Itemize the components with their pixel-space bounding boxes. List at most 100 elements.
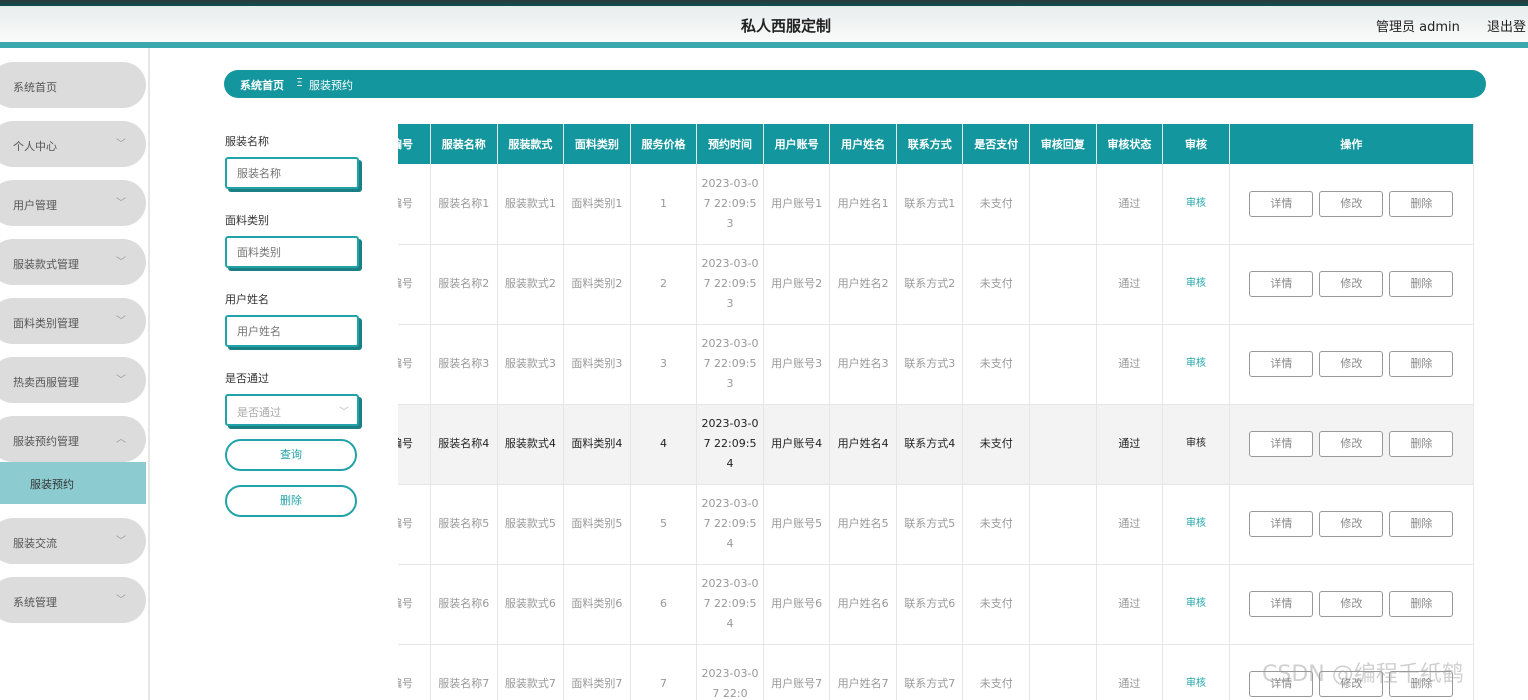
admin-label: 管理员 admin <box>1376 20 1460 35</box>
cell-account: 用户账号1 <box>763 164 831 245</box>
cell-user: 用户姓名2 <box>829 244 897 325</box>
cell-id: 编号 <box>398 484 431 565</box>
cell-audit[interactable]: 审核 <box>1162 324 1230 405</box>
cell-time: 2023-03-07 22:09:54 <box>696 484 764 565</box>
cell-audit[interactable]: 审核 <box>1162 404 1230 485</box>
cell-reply <box>1029 404 1097 485</box>
column-header: 用户账号 <box>763 124 831 164</box>
table-header-row: 编号服装名称服装款式面料类别服务价格预约时间用户账号用户姓名联系方式是否支付审核… <box>398 124 1474 164</box>
cell-status: 通过 <box>1096 164 1164 245</box>
cell-status: 通过 <box>1096 484 1164 565</box>
edit-button[interactable]: 修改 <box>1319 351 1384 377</box>
sidebar-sub-item-label: 服装预约 <box>30 478 74 491</box>
detail-button[interactable]: 详情 <box>1249 431 1314 457</box>
delete-button[interactable]: 删除 <box>1389 511 1454 537</box>
query-button[interactable]: 查询 <box>225 439 357 471</box>
fabric-filter-input[interactable] <box>225 236 359 268</box>
cell-user: 用户姓名5 <box>829 484 897 565</box>
cell-style: 服装款式3 <box>497 324 565 405</box>
cell-paid: 未支付 <box>962 164 1031 245</box>
cell-price: 1 <box>630 164 698 245</box>
detail-button[interactable]: 详情 <box>1249 271 1314 297</box>
user-filter-label: 用户姓名 <box>225 293 269 306</box>
cell-id: 编号 <box>398 244 431 325</box>
cell-user: 用户姓名4 <box>829 404 897 485</box>
column-header: 审核回复 <box>1029 124 1097 164</box>
sidebar-item[interactable]: 服装款式管理 ﹀ <box>0 239 146 285</box>
cell-account: 用户账号4 <box>763 404 831 485</box>
sidebar-item[interactable]: 个人中心 ﹀ <box>0 121 146 167</box>
edit-button[interactable]: 修改 <box>1319 271 1384 297</box>
cell-audit[interactable]: 审核 <box>1162 164 1230 245</box>
column-header: 审核 <box>1162 124 1230 164</box>
cell-audit[interactable]: 审核 <box>1162 244 1230 325</box>
name-filter-label: 服装名称 <box>225 135 269 148</box>
cell-name: 服装名称5 <box>430 484 498 565</box>
sidebar-item-label: 服装款式管理 <box>13 258 79 271</box>
chevron-down-icon: ﹀ <box>116 139 126 150</box>
cell-paid: 未支付 <box>962 484 1031 565</box>
delete-button[interactable]: 删除 <box>1389 591 1454 617</box>
logout-link[interactable]: 退出登 <box>1487 16 1526 35</box>
column-header: 用户姓名 <box>829 124 897 164</box>
cell-contact: 联系方式4 <box>896 404 964 485</box>
table-row: 编号服装名称3服装款式3面料类别332023-03-07 22:09:53用户账… <box>398 324 1474 405</box>
sidebar-item[interactable]: 用户管理 ﹀ <box>0 180 146 226</box>
cell-fabric: 面料类别5 <box>563 484 631 565</box>
chevron-down-icon: ﹀ <box>116 375 126 386</box>
sidebar-item[interactable]: 服装交流 ﹀ <box>0 518 146 564</box>
cell-name: 服装名称1 <box>430 164 498 245</box>
pass-filter-label: 是否通过 <box>225 372 269 385</box>
cell-audit[interactable]: 审核 <box>1162 644 1230 700</box>
detail-button[interactable]: 详情 <box>1249 511 1314 537</box>
edit-button[interactable]: 修改 <box>1319 591 1384 617</box>
detail-button[interactable]: 详情 <box>1249 351 1314 377</box>
sidebar-item[interactable]: 系统首页 <box>0 62 146 108</box>
edit-button[interactable]: 修改 <box>1319 431 1384 457</box>
sidebar-sub-item-appointment[interactable]: 服装预约 <box>0 462 146 504</box>
delete-selected-button[interactable]: 删除 <box>225 485 357 517</box>
cell-reply <box>1029 324 1097 405</box>
cell-actions: 详情 修改 删除 <box>1229 484 1474 565</box>
breadcrumb-home[interactable]: 系统首页 <box>240 77 284 93</box>
cell-contact: 联系方式7 <box>896 644 964 700</box>
sidebar-item[interactable]: 服装预约管理 ︿ <box>0 416 146 462</box>
pass-filter-placeholder: 是否通过 <box>237 406 281 419</box>
chevron-down-icon: ﹀ <box>116 316 126 327</box>
pass-filter-select[interactable]: 是否通过 ﹀ <box>225 394 359 426</box>
cell-style: 服装款式2 <box>497 244 565 325</box>
column-header: 面料类别 <box>563 124 631 164</box>
delete-button[interactable]: 删除 <box>1389 190 1454 217</box>
sidebar-item[interactable]: 面料类别管理 ﹀ <box>0 298 146 344</box>
cell-audit[interactable]: 审核 <box>1162 564 1230 645</box>
name-filter-input[interactable] <box>225 157 359 189</box>
cell-price: 6 <box>630 564 698 645</box>
detail-button[interactable]: 详情 <box>1249 190 1314 217</box>
cell-account: 用户账号2 <box>763 244 831 325</box>
cell-account: 用户账号5 <box>763 484 831 565</box>
cell-id: 编号 <box>398 564 431 645</box>
cell-contact: 联系方式6 <box>896 564 964 645</box>
cell-style: 服装款式7 <box>497 644 565 700</box>
table-row: 编号服装名称4服装款式4面料类别442023-03-07 22:09:54用户账… <box>398 404 1474 485</box>
delete-button[interactable]: 删除 <box>1389 431 1454 457</box>
sidebar-item[interactable]: 热卖西服管理 ﹀ <box>0 357 146 403</box>
user-filter-input[interactable] <box>225 315 359 347</box>
sidebar-item-label: 服装预约管理 <box>13 435 79 448</box>
edit-button[interactable]: 修改 <box>1319 190 1384 217</box>
cell-name: 服装名称7 <box>430 644 498 700</box>
cell-name: 服装名称4 <box>430 404 498 485</box>
cell-time: 2023-03-07 22:0 <box>696 644 764 700</box>
delete-button[interactable]: 删除 <box>1389 271 1454 297</box>
cell-account: 用户账号3 <box>763 324 831 405</box>
edit-button[interactable]: 修改 <box>1319 511 1384 537</box>
column-header: 服装款式 <box>497 124 565 164</box>
column-header: 编号 <box>398 124 431 164</box>
cell-status: 通过 <box>1096 644 1164 700</box>
cell-status: 通过 <box>1096 244 1164 325</box>
detail-button[interactable]: 详情 <box>1249 591 1314 617</box>
cell-audit[interactable]: 审核 <box>1162 484 1230 565</box>
delete-button[interactable]: 删除 <box>1389 351 1454 377</box>
cell-reply <box>1029 484 1097 565</box>
sidebar-item[interactable]: 系统管理 ﹀ <box>0 577 146 623</box>
